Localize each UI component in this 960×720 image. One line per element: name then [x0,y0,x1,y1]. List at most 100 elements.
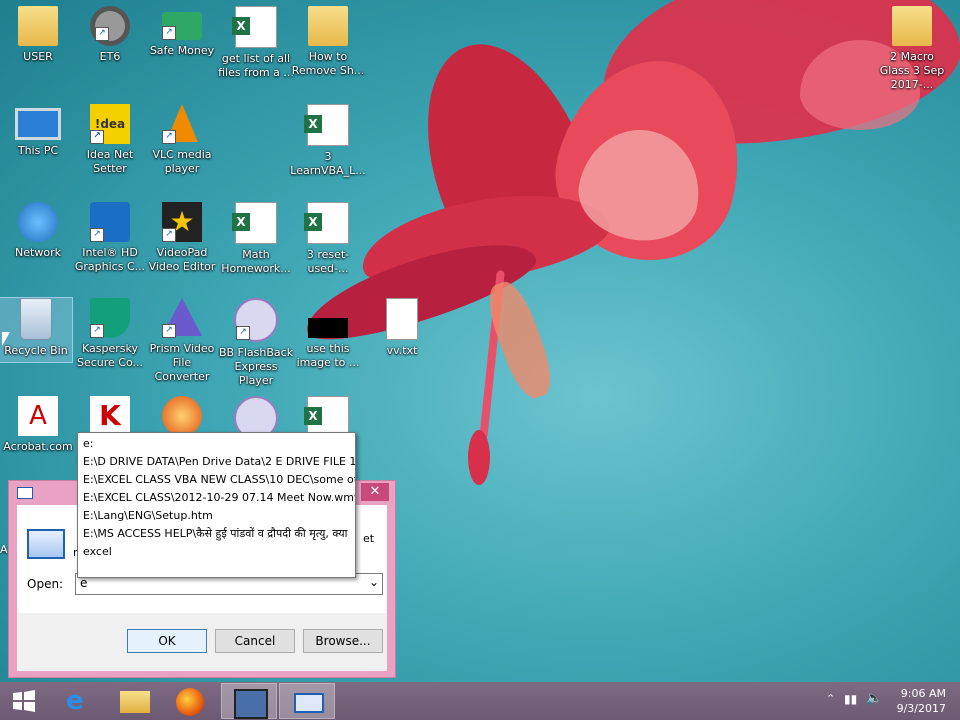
recycle-bin-icon [20,298,52,340]
acrobat-logo-icon: A [18,396,58,436]
taskbar-internet-explorer[interactable]: e [54,684,108,718]
clock-date: 9/3/2017 [896,702,946,715]
shortcut-arrow-icon: ↗ [90,228,104,242]
ok-button[interactable]: OK [127,629,207,653]
windows-logo-icon [13,690,35,712]
desktop-icon-bb-flashback[interactable]: ↗ BB FlashBack Express Player [218,298,294,388]
desktop-icon-vv-txt[interactable]: vv.txt [364,298,440,358]
kaspersky-k-icon: K [90,396,130,436]
desktop-icon-use-this-image[interactable]: use this image to ... [290,298,366,370]
shortcut-arrow-icon: ↗ [162,26,176,40]
desktop-icon-user[interactable]: USER [0,6,76,64]
desktop-icon-math-homework[interactable]: Math Homework... [218,202,294,276]
show-hidden-icons-icon[interactable]: ⌃ [826,692,835,705]
desktop-icon-label: VideoPad Video Editor [148,246,216,273]
desktop-icon-videopad[interactable]: ★ ↗ VideoPad Video Editor [144,202,220,274]
user-folder-icon [18,6,58,46]
desktop-icon-recycle-bin[interactable]: Recycle Bin [0,297,73,363]
taskbar-firefox[interactable] [164,684,218,718]
taskbar: e ⌃ ▮▮ 🔈 9:06 AM 9/3/2017 [0,682,960,720]
desktop-icon-label: Idea Net Setter [86,148,134,175]
desktop-icon-label: VLC media player [152,148,212,175]
desktop-partial-text: A [0,543,8,556]
autocomplete-item[interactable]: E:\Lang\ENG\Setup.htm [78,507,355,525]
browse-button[interactable]: Browse... [303,629,383,653]
chevron-down-icon[interactable]: ⌄ [369,575,379,589]
vlc-cone-icon: ↗ [162,104,202,144]
app-orb-icon [162,396,202,436]
desktop-icon-how-to-remove[interactable]: How to Remove Sh... [290,6,366,78]
cancel-button[interactable]: Cancel [215,629,295,653]
run-description-text-right: et [363,532,375,545]
desktop-icon-label: This PC [17,144,59,157]
taskbar-run-dialog[interactable] [279,683,335,719]
desktop-icon-learnvba[interactable]: 3 LearnVBA_L... [290,104,366,178]
videopad-star-icon: ★ ↗ [162,202,202,242]
prism-converter-icon: ↗ [162,298,202,338]
desktop-icon-get-list[interactable]: get list of all files from a ... [218,6,294,80]
shortcut-arrow-icon: ↗ [236,326,250,340]
taskbar-file-explorer[interactable] [108,684,162,718]
intel-graphics-icon: ↗ [90,202,130,242]
autocomplete-dropdown: e: E:\D DRIVE DATA\Pen Drive Data\2 E DR… [77,432,356,578]
desktop-icon-vlc[interactable]: ↗ VLC media player [144,104,220,176]
desktop-icon-this-pc[interactable]: This PC [0,104,76,158]
image-thumbnail-icon [308,318,348,338]
desktop-icon-label: ET6 [99,50,121,63]
internet-explorer-icon: e [66,686,84,716]
desktop-icon-label: Math Homework... [221,248,291,275]
shortcut-arrow-icon: ↗ [162,228,176,242]
desktop-icon-intel-hd[interactable]: ↗ Intel® HD Graphics C... [72,202,148,274]
desktop-icon-prism[interactable]: ↗ Prism Video File Converter [144,298,220,384]
desktop-icon-kaspersky[interactable]: ↗ Kaspersky Secure Co... [72,298,148,370]
desktop-icon-label: use this image to ... [296,342,360,369]
excel-file-icon [232,6,277,48]
autocomplete-item[interactable]: E:\EXCEL CLASS\2012-10-29 07.14 Meet Now… [78,489,355,507]
desktop-icon-idea-net[interactable]: !dea ↗ Idea Net Setter [72,104,148,176]
desktop-icon-label: 3 reset-used-... [306,248,350,275]
desktop-icon-acrobat[interactable]: A Acrobat.com [0,396,76,454]
excel-file-icon [304,202,349,244]
desktop-icon-et6[interactable]: ↗ ET6 [72,6,148,64]
excel-file-icon [232,202,277,244]
autocomplete-item[interactable]: excel [78,543,355,561]
shortcut-arrow-icon: ↗ [90,324,104,338]
desktop-icon-label: Recycle Bin [4,344,68,357]
computer-monitor-icon [15,108,61,140]
desktop-icon-label: get list of all files from a ... [218,52,294,79]
taskbar-video-app[interactable] [221,683,277,719]
open-input[interactable]: e [80,576,87,590]
desktop-icon-label: USER [23,50,53,63]
steering-wheel-icon: ↗ [90,6,130,46]
firefox-icon [176,688,204,716]
desktop-icon-label: How to Remove Sh... [291,50,365,77]
desktop-icon-label: vv.txt [386,344,418,357]
desktop-icon-label: Kaspersky Secure Co... [76,342,144,369]
autocomplete-item[interactable]: E:\EXCEL CLASS VBA NEW CLASS\10 DEC\some… [78,471,355,489]
desktop-icon-reset-used[interactable]: 3 reset-used-... [290,202,366,276]
shortcut-arrow-icon: ↗ [162,324,176,338]
desktop-icon-network[interactable]: Network [0,202,76,260]
autocomplete-item[interactable]: E:\D DRIVE DATA\Pen Drive Data\2 E DRIVE… [78,453,355,471]
autocomplete-item[interactable]: E:\MS ACCESS HELP\कैसे हुई पांडवों व द्र… [78,525,355,543]
file-explorer-folder-icon [120,691,150,713]
desktop-icon-safe-money[interactable]: ↗ Safe Money [144,6,220,58]
clock-time: 9:06 AM [900,687,946,700]
folder-icon [892,6,932,46]
system-clock[interactable]: 9:06 AM 9/3/2017 [897,686,946,716]
desktop-icon-macro-glass[interactable]: 2 Macro Glass 3 Sep 2017-... [874,6,950,92]
open-label: Open: [27,577,64,591]
start-button[interactable] [0,684,54,718]
safe-money-card-icon: ↗ [162,12,202,40]
network-status-icon[interactable]: ▮▮ [844,692,857,706]
autocomplete-item[interactable]: e: [78,435,355,453]
shortcut-arrow-icon: ↗ [90,130,104,144]
close-button[interactable]: ✕ [361,483,389,501]
shortcut-arrow-icon: ↗ [162,130,176,144]
network-globe-icon [18,202,58,242]
desktop-icon-label: BB FlashBack Express Player [218,346,294,387]
desktop-icon-label: 2 Macro Glass 3 Sep 2017-... [879,50,945,91]
mouse-pointer-icon [2,332,10,346]
run-title-icon [17,487,33,499]
volume-icon[interactable]: 🔈 [866,691,882,706]
